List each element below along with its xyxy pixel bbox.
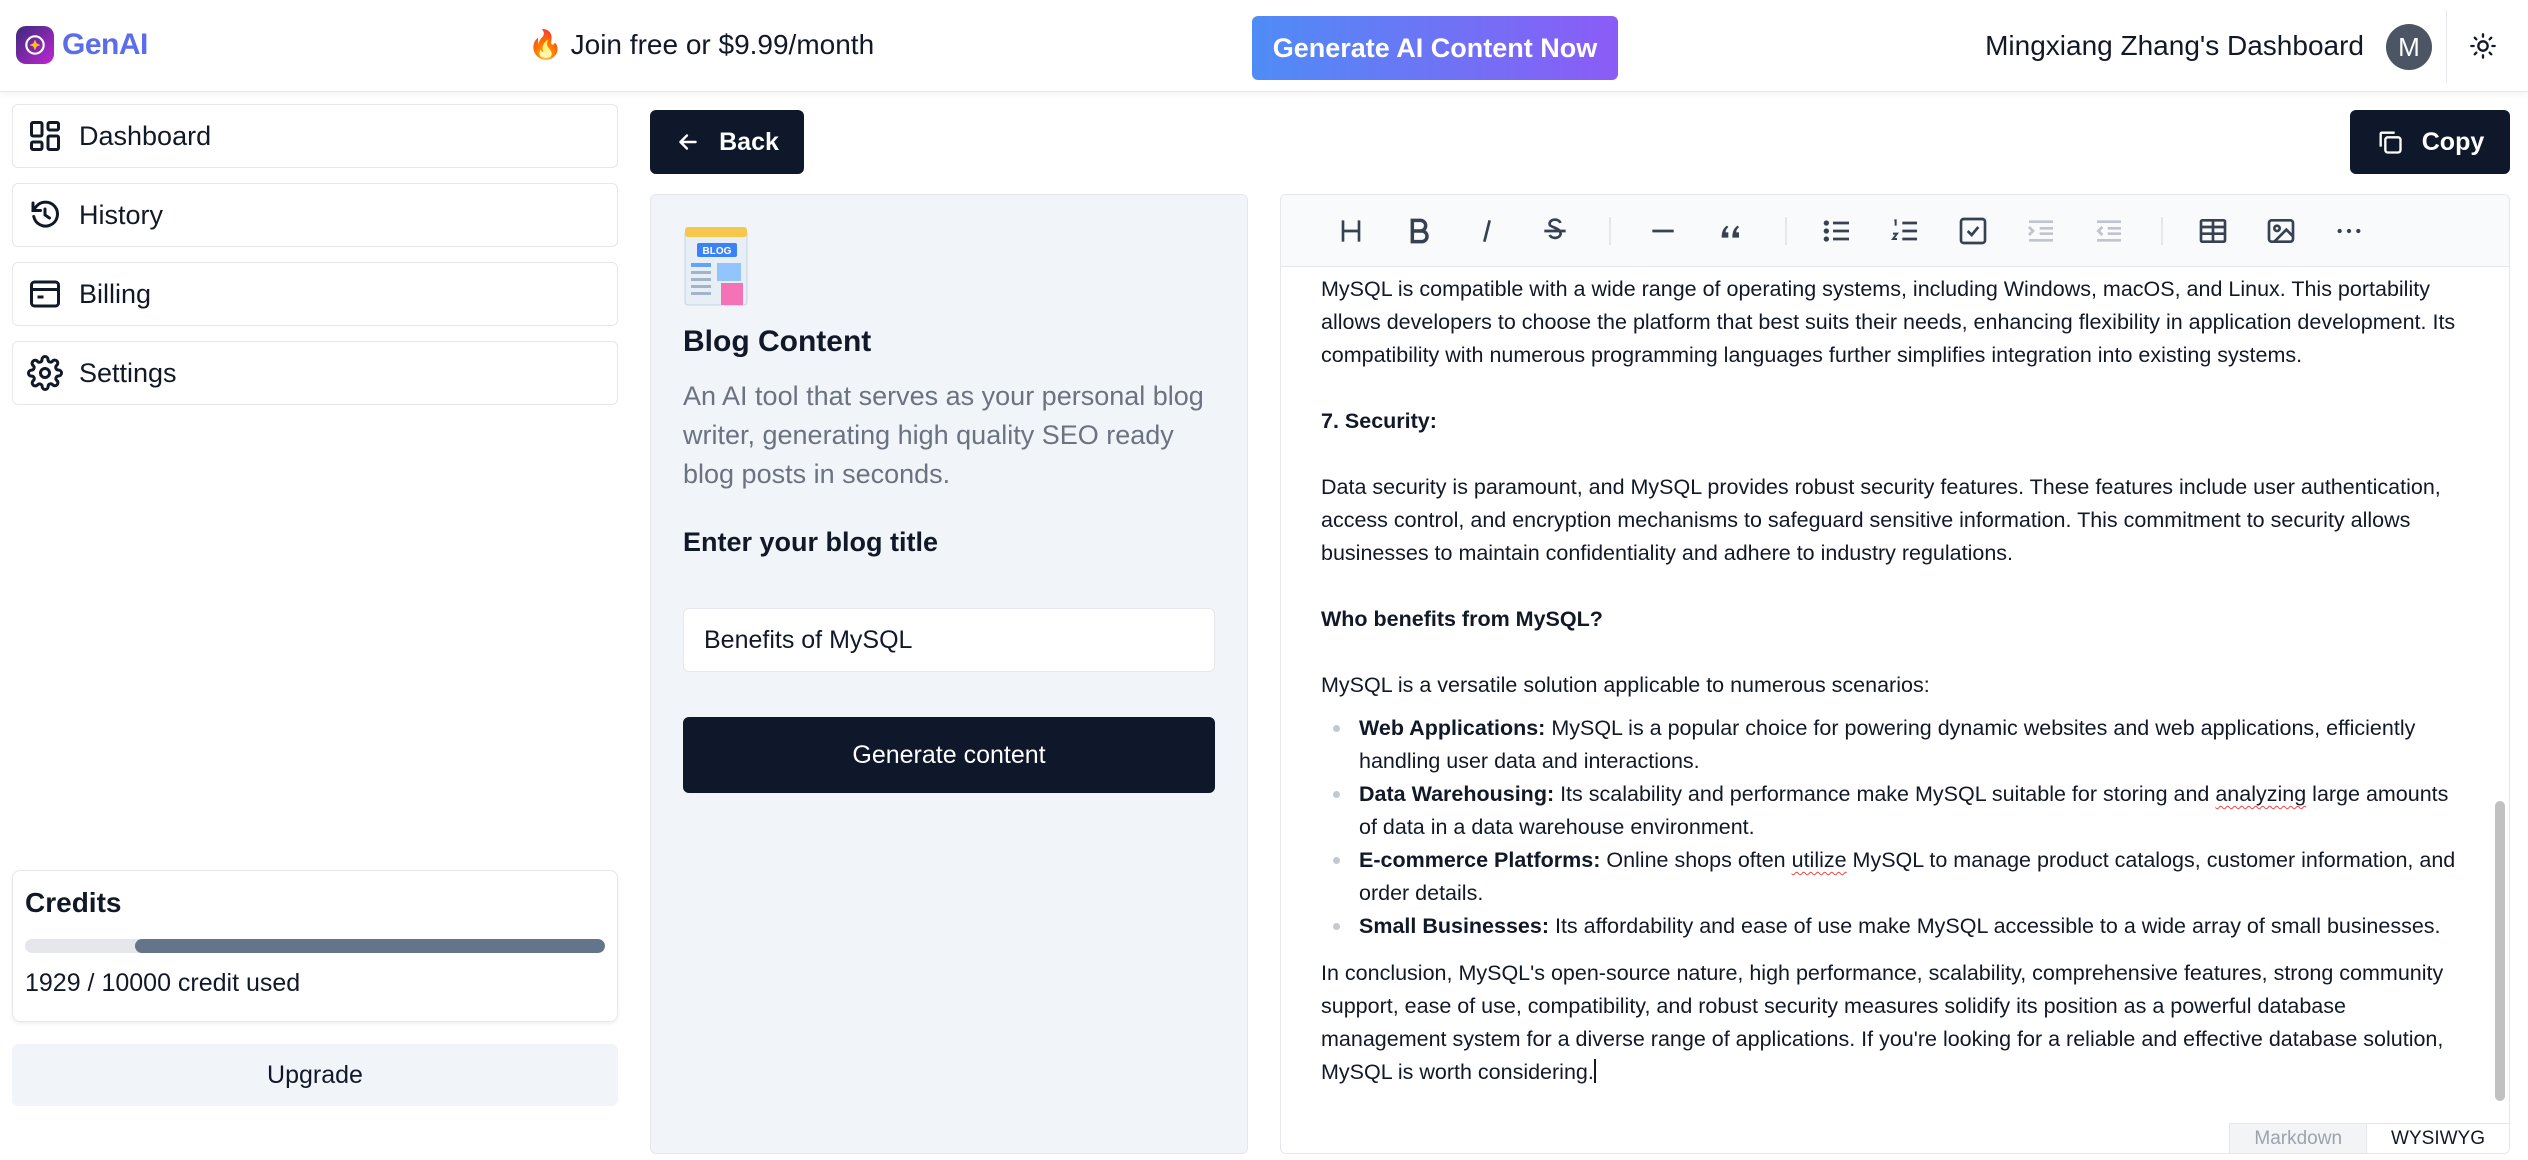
svg-text:BLOG: BLOG — [703, 246, 732, 257]
credits-progress-bar — [25, 939, 605, 953]
copy-button[interactable]: Copy — [2350, 110, 2510, 174]
sun-icon — [2469, 33, 2496, 59]
copy-icon — [2379, 131, 2402, 154]
blog-icon: BLOG — [684, 227, 748, 306]
image-icon[interactable] — [2263, 213, 2299, 249]
settings-icon — [27, 355, 63, 391]
toolbar-divider — [1785, 217, 1787, 245]
section-heading-security: 7. Security: — [1321, 409, 1437, 433]
editor-toolbar — [1281, 195, 2509, 267]
copy-label: Copy — [2421, 127, 2485, 156]
sidebar-item-settings[interactable]: Settings — [12, 341, 618, 405]
billing-icon — [30, 280, 60, 308]
dashboard-title: Mingxiang Zhang's Dashboard — [1985, 30, 2364, 61]
sidebar-item-label: Dashboard — [79, 120, 212, 151]
section-heading-who-benefits: Who benefits from MySQL? — [1321, 607, 1603, 631]
paragraph-compatibility: MySQL is compatible with a wide range of… — [1321, 277, 2456, 367]
paragraph-conclusion: In conclusion, MySQL's open-source natur… — [1321, 961, 2444, 1084]
heading-icon[interactable] — [1333, 213, 1369, 249]
credits-title: Credits — [25, 887, 122, 918]
back-label: Back — [719, 127, 779, 156]
avatar[interactable]: M — [2386, 24, 2432, 70]
sidebar-item-label: Billing — [79, 278, 152, 309]
dashboard-icon — [30, 121, 60, 151]
task-list-icon[interactable] — [1955, 213, 1991, 249]
paragraph-versatile: MySQL is a versatile solution applicable… — [1321, 673, 1930, 697]
text-caret — [1593, 1059, 1596, 1083]
logo[interactable]: GenAI — [16, 26, 148, 64]
template-form-panel: BLOG Blog Content An AI tool that serves… — [650, 194, 1248, 1154]
markdown-editor[interactable]: MySQL is compatible with a wide range of… — [1280, 194, 2510, 1154]
bold-icon[interactable] — [1401, 213, 1437, 249]
credits-progress-fill — [135, 939, 605, 953]
blog-title-input[interactable] — [683, 608, 1215, 672]
editor-content[interactable]: MySQL is compatible with a wide range of… — [1321, 273, 2461, 1089]
sidebar-item-label: History — [79, 199, 164, 230]
form-title: Blog Content — [683, 325, 872, 358]
ordered-list-icon[interactable] — [1887, 213, 1923, 249]
blockquote-icon[interactable] — [1713, 213, 1749, 249]
generate-content-button[interactable]: Generate content — [683, 717, 1215, 793]
horizontal-rule-icon[interactable] — [1645, 213, 1681, 249]
sidebar-item-history[interactable]: History — [12, 183, 618, 247]
wysiwyg-mode-tab[interactable]: WYSIWYG — [2366, 1123, 2509, 1153]
arrow-left-icon — [679, 134, 697, 150]
history-icon — [31, 200, 59, 228]
list-item: Small Businesses: Its affordability and … — [1333, 910, 2461, 943]
form-description: An AI tool that serves as your personal … — [683, 381, 1204, 489]
list-item: E-commerce Platforms: Online shops often… — [1333, 844, 2461, 910]
pricing-promo: 🔥 Join free or $9.99/month — [528, 29, 875, 60]
benefits-list: Web Applications: MySQL is a popular cho… — [1321, 712, 2461, 943]
credits-card: Credits 1929 / 10000 credit used — [12, 870, 618, 1022]
toolbar-divider — [2161, 217, 2163, 245]
bullet-list-icon[interactable] — [1819, 213, 1855, 249]
markdown-mode-tab[interactable]: Markdown — [2229, 1123, 2367, 1153]
generate-ai-content-button[interactable]: Generate AI Content Now — [1252, 16, 1618, 80]
toolbar-divider — [1609, 217, 1611, 245]
top-header: GenAI 🔥 Join free or $9.99/month Generat… — [0, 0, 2528, 92]
strikethrough-icon[interactable] — [1537, 213, 1573, 249]
editor-mode-switch: Markdown WYSIWYG — [2229, 1123, 2509, 1153]
more-icon[interactable] — [2331, 213, 2367, 249]
blog-title-label: Enter your blog title — [683, 527, 939, 557]
logo-text: GenAI — [62, 28, 148, 61]
italic-icon[interactable] — [1469, 213, 1505, 249]
sidebar-item-billing[interactable]: Billing — [12, 262, 618, 326]
list-item: Web Applications: MySQL is a popular cho… — [1333, 712, 2461, 778]
outdent-icon[interactable] — [2091, 213, 2127, 249]
genai-logo-icon — [16, 26, 54, 64]
sidebar-item-dashboard[interactable]: Dashboard — [12, 104, 618, 168]
sidebar-item-label: Settings — [79, 357, 177, 388]
theme-toggle-button[interactable] — [2446, 10, 2518, 82]
paragraph-security: Data security is paramount, and MySQL pr… — [1321, 475, 2441, 565]
list-item: Data Warehousing: Its scalability and pe… — [1333, 778, 2461, 844]
indent-icon[interactable] — [2023, 213, 2059, 249]
table-icon[interactable] — [2195, 213, 2231, 249]
back-button[interactable]: Back — [650, 110, 804, 174]
credits-usage-text: 1929 / 10000 credit used — [25, 969, 301, 997]
upgrade-button[interactable]: Upgrade — [12, 1044, 618, 1106]
editor-scrollbar[interactable] — [2495, 801, 2505, 1101]
